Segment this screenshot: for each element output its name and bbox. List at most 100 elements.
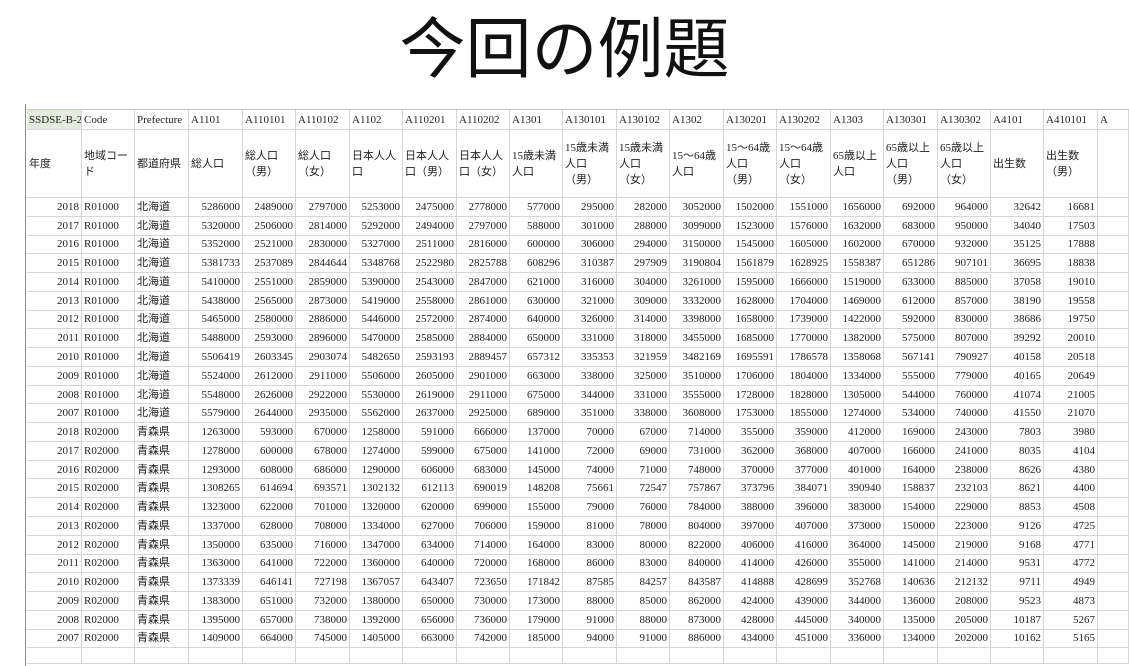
value-cell[interactable]: 567141 [884, 348, 938, 367]
column-code-cell[interactable]: A1302 [670, 110, 724, 130]
prefecture-cell[interactable]: 青森県 [135, 629, 189, 649]
value-cell[interactable]: 38190 [991, 291, 1044, 311]
value-cell[interactable]: 74000 [563, 460, 617, 480]
value-cell[interactable]: 428699 [777, 573, 831, 593]
value-cell[interactable]: 20649 [1044, 366, 1098, 386]
value-cell[interactable]: 3052000 [670, 198, 724, 217]
value-cell[interactable]: 9523 [991, 592, 1044, 611]
value-cell[interactable]: 7803 [991, 423, 1044, 442]
value-cell[interactable]: 335353 [563, 348, 617, 367]
value-cell[interactable]: 344000 [831, 592, 884, 611]
value-cell[interactable]: 18838 [1044, 254, 1098, 274]
prefecture-cell[interactable]: 北海道 [135, 404, 189, 424]
empty-cell[interactable] [189, 648, 243, 665]
prefecture-cell[interactable]: 青森県 [135, 592, 189, 611]
value-cell[interactable]: 1855000 [777, 404, 831, 424]
value-cell[interactable]: 701000 [296, 498, 350, 518]
value-cell[interactable]: 34040 [991, 216, 1044, 236]
region-code-cell[interactable]: R02000 [82, 535, 135, 555]
value-cell[interactable]: 2884000 [457, 329, 510, 349]
prefecture-cell[interactable]: 北海道 [135, 235, 189, 255]
value-cell[interactable]: 321959 [617, 348, 670, 367]
value-cell[interactable]: 3261000 [670, 273, 724, 292]
value-cell[interactable]: 2844644 [296, 254, 350, 274]
column-name-cell[interactable]: 15～64歳人口（男） [724, 130, 777, 198]
value-cell[interactable]: 2861000 [457, 291, 510, 311]
value-cell[interactable]: 2626000 [243, 385, 296, 405]
value-cell[interactable]: 534000 [884, 404, 938, 424]
value-cell[interactable]: 1323000 [189, 498, 243, 518]
value-cell[interactable]: 8621 [991, 479, 1044, 499]
year-cell[interactable]: 2007 [27, 404, 82, 424]
value-cell[interactable]: 640000 [510, 310, 563, 330]
value-cell[interactable]: 336000 [831, 629, 884, 649]
value-cell[interactable]: 1258000 [350, 423, 403, 442]
empty-cell[interactable] [403, 648, 457, 665]
value-cell[interactable]: 407000 [831, 441, 884, 461]
value-cell[interactable]: 5292000 [350, 216, 403, 236]
year-cell[interactable]: 2011 [27, 554, 82, 574]
value-cell[interactable]: 414888 [724, 573, 777, 593]
value-cell[interactable]: 1274000 [350, 441, 403, 461]
value-cell[interactable]: 1405000 [350, 629, 403, 649]
value-cell[interactable]: 1561879 [724, 254, 777, 274]
value-cell[interactable]: 1409000 [189, 629, 243, 649]
value-cell[interactable]: 2896000 [296, 329, 350, 349]
value-cell[interactable]: 78000 [617, 517, 670, 536]
value-cell[interactable]: 2797000 [457, 216, 510, 236]
column-code-cell[interactable]: A4101 [991, 110, 1044, 130]
value-cell[interactable]: 205000 [938, 610, 991, 630]
value-cell[interactable]: 232103 [938, 479, 991, 499]
year-cell[interactable]: 2007 [27, 629, 82, 649]
value-cell[interactable]: 140636 [884, 573, 938, 593]
column-code-cell[interactable]: A1303 [831, 110, 884, 130]
value-cell[interactable]: 757867 [670, 479, 724, 499]
value-cell[interactable]: 790927 [938, 348, 991, 367]
value-cell[interactable]: 304000 [617, 273, 670, 292]
column-code-cell[interactable]: A130201 [724, 110, 777, 130]
region-code-cell[interactable]: R02000 [82, 517, 135, 536]
prefecture-cell[interactable]: 青森県 [135, 479, 189, 499]
region-code-cell[interactable]: R02000 [82, 423, 135, 442]
value-cell[interactable]: 83000 [617, 554, 670, 574]
value-cell[interactable]: 683000 [884, 216, 938, 236]
empty-cell[interactable] [884, 648, 938, 665]
value-cell[interactable]: 238000 [938, 460, 991, 480]
value-cell[interactable]: 608000 [243, 460, 296, 480]
value-cell[interactable]: 670000 [884, 235, 938, 255]
column-code-cell[interactable]: A1102 [350, 110, 403, 130]
year-cell[interactable]: 2014 [27, 498, 82, 518]
value-cell[interactable]: 646141 [243, 573, 296, 593]
prefecture-cell[interactable]: 青森県 [135, 460, 189, 480]
empty-cell[interactable] [670, 648, 724, 665]
value-cell[interactable]: 164000 [510, 535, 563, 555]
year-cell[interactable]: 2008 [27, 610, 82, 630]
value-cell[interactable]: 229000 [938, 498, 991, 518]
empty-cell[interactable] [617, 648, 670, 665]
value-cell[interactable]: 5438000 [189, 291, 243, 311]
value-cell[interactable]: 2825788 [457, 254, 510, 274]
value-cell[interactable]: 634000 [403, 535, 457, 555]
value-cell[interactable]: 185000 [510, 629, 563, 649]
empty-cell[interactable] [27, 648, 82, 665]
value-cell[interactable]: 614694 [243, 479, 296, 499]
value-cell[interactable]: 301000 [563, 216, 617, 236]
value-cell[interactable]: 1380000 [350, 592, 403, 611]
value-cell[interactable]: 716000 [296, 535, 350, 555]
year-cell[interactable]: 2010 [27, 573, 82, 593]
value-cell[interactable]: 690019 [457, 479, 510, 499]
value-cell[interactable]: 414000 [724, 554, 777, 574]
value-cell[interactable]: 730000 [457, 592, 510, 611]
value-cell[interactable]: 32642 [991, 198, 1044, 217]
value-cell[interactable]: 1632000 [831, 216, 884, 236]
value-cell[interactable]: 416000 [777, 535, 831, 555]
value-cell[interactable]: 675000 [457, 441, 510, 461]
value-cell[interactable]: 17888 [1044, 235, 1098, 255]
region-code-cell[interactable]: R02000 [82, 573, 135, 593]
value-cell[interactable]: 593000 [243, 423, 296, 442]
value-cell[interactable]: 1804000 [777, 366, 831, 386]
value-cell[interactable]: 555000 [884, 366, 938, 386]
empty-cell[interactable] [1098, 441, 1129, 461]
value-cell[interactable]: 69000 [617, 441, 670, 461]
column-name-cell[interactable]: 65歳以上人口（男） [884, 130, 938, 198]
